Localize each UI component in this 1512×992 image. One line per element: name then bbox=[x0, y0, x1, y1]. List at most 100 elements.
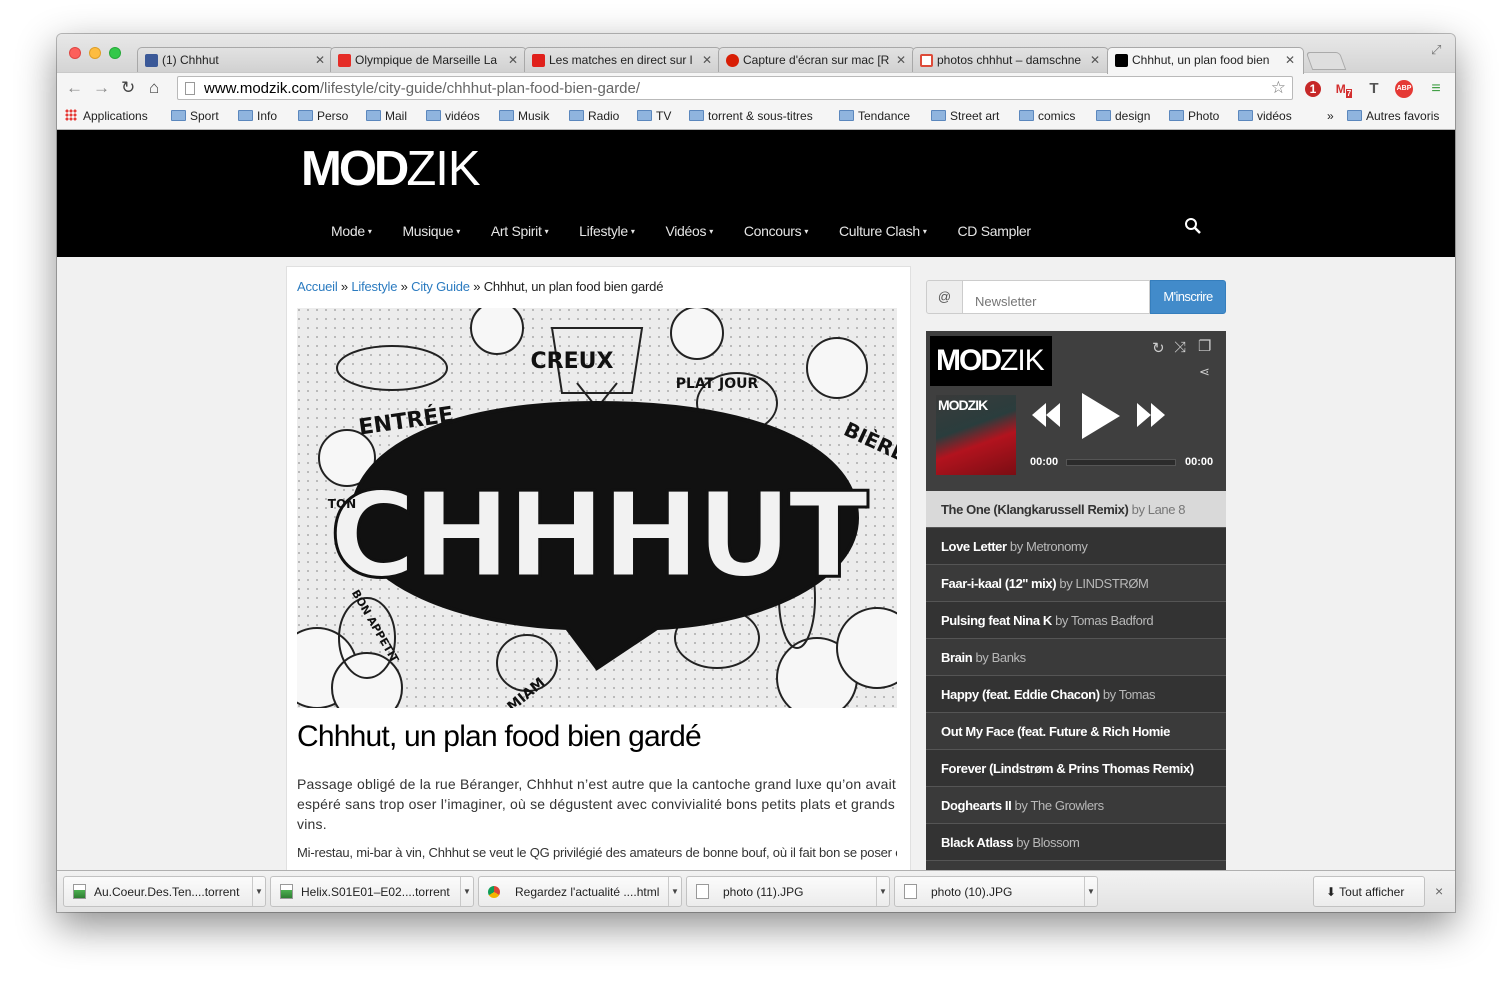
download-item[interactable]: Au.Coeur.Des.Ten....torrent ▼ bbox=[63, 876, 266, 907]
progress-bar[interactable] bbox=[1066, 459, 1176, 466]
bookmark-folder[interactable]: comics bbox=[1019, 109, 1075, 123]
bookmark-folder[interactable]: Perso bbox=[298, 109, 348, 123]
tab-label: photos chhhut – damschne bbox=[937, 53, 1082, 67]
nav-item-art-spirit[interactable]: Art Spirit ▾ bbox=[491, 223, 549, 239]
folder-icon bbox=[689, 110, 704, 121]
share-icon[interactable]: ⋖ bbox=[1199, 364, 1210, 380]
reload-icon[interactable]: ↻ bbox=[121, 79, 135, 97]
nav-item-mode[interactable]: Mode ▾ bbox=[331, 223, 372, 239]
tab-lequipe[interactable]: Les matches en direct sur l ✕ bbox=[524, 47, 721, 73]
forward-icon[interactable]: → bbox=[93, 79, 110, 97]
bookmark-folder[interactable]: torrent & sous-titres bbox=[689, 109, 813, 123]
back-icon[interactable]: ← bbox=[66, 79, 83, 97]
track-item[interactable]: Love Letter by Metronomy bbox=[926, 528, 1226, 565]
bookmark-folder[interactable]: Street art bbox=[931, 109, 999, 123]
close-downloads-icon[interactable]: × bbox=[1435, 883, 1443, 899]
home-icon[interactable]: ⌂ bbox=[149, 79, 159, 97]
nav-label: Musique bbox=[402, 223, 454, 239]
next-track-icon[interactable] bbox=[1135, 399, 1167, 436]
bookmark-folder[interactable]: Info bbox=[238, 109, 277, 123]
nav-item-lifestyle[interactable]: Lifestyle ▾ bbox=[579, 223, 635, 239]
nav-item-concours[interactable]: Concours ▾ bbox=[744, 223, 809, 239]
chevron-down-icon[interactable]: ▼ bbox=[668, 877, 681, 906]
bookmark-folder[interactable]: Musik bbox=[499, 109, 549, 123]
close-tab-icon[interactable]: ✕ bbox=[896, 53, 906, 67]
previous-track-icon[interactable] bbox=[1030, 399, 1062, 436]
show-all-downloads-button[interactable]: ⬇ Tout afficher bbox=[1313, 876, 1425, 907]
bookmark-folder[interactable]: vidéos bbox=[426, 109, 480, 123]
bookmark-folder[interactable]: Mail bbox=[366, 109, 407, 123]
download-item[interactable]: Helix.S01E01–E02....torrent ▼ bbox=[270, 876, 474, 907]
nav-item-culture-clash[interactable]: Culture Clash ▾ bbox=[839, 223, 927, 239]
t-extension-icon[interactable]: T bbox=[1365, 80, 1383, 98]
play-icon[interactable] bbox=[1078, 391, 1122, 446]
breadcrumb-home-link[interactable]: Accueil bbox=[297, 279, 338, 294]
article-card: Accueil » Lifestyle » City Guide » Chhhu… bbox=[286, 266, 911, 870]
chevron-down-icon[interactable]: ▼ bbox=[1084, 877, 1097, 906]
close-window-button[interactable] bbox=[69, 47, 81, 59]
nav-item-videos[interactable]: Vidéos ▾ bbox=[665, 223, 713, 239]
track-artist: by The Growlers bbox=[1014, 798, 1105, 813]
other-bookmarks[interactable]: Autres favoris bbox=[1347, 109, 1439, 123]
bookmark-folder[interactable]: Photo bbox=[1169, 109, 1219, 123]
minimize-window-button[interactable] bbox=[89, 47, 101, 59]
bookmark-folder[interactable]: TV bbox=[637, 109, 671, 123]
site-logo[interactable]: MODZIK bbox=[301, 144, 481, 194]
adblock-icon[interactable]: ABP bbox=[1395, 80, 1413, 98]
refresh-icon[interactable]: ↻ bbox=[1152, 339, 1165, 357]
chevron-down-icon[interactable]: ▼ bbox=[460, 877, 473, 906]
bookmark-folder[interactable]: Radio bbox=[569, 109, 619, 123]
chevron-down-icon[interactable]: ▼ bbox=[876, 877, 889, 906]
bookmark-folder[interactable]: Sport bbox=[171, 109, 219, 123]
popout-icon[interactable]: ❐ bbox=[1198, 337, 1211, 355]
close-tab-icon[interactable]: ✕ bbox=[1090, 53, 1100, 67]
breadcrumb-section-link[interactable]: Lifestyle bbox=[351, 279, 397, 294]
track-item[interactable]: Pulsing feat Nina K by Tomas Badford bbox=[926, 602, 1226, 639]
tab-gmail[interactable]: photos chhhut – damschne ✕ bbox=[912, 47, 1109, 73]
close-tab-icon[interactable]: ✕ bbox=[315, 53, 325, 67]
close-tab-icon[interactable]: ✕ bbox=[508, 53, 518, 67]
tab-youtube[interactable]: Olympique de Marseille La ✕ bbox=[330, 47, 527, 73]
close-tab-icon[interactable]: ✕ bbox=[702, 53, 712, 67]
track-item[interactable]: Brain by Banks bbox=[926, 639, 1226, 676]
subscribe-button[interactable]: M'inscrire bbox=[1150, 280, 1226, 314]
tab-modzik[interactable]: Chhhut, un plan food bien ✕ bbox=[1107, 47, 1304, 74]
track-item[interactable]: The One (Klangkarussell Remix) by Lane 8 bbox=[926, 491, 1226, 528]
new-tab-button[interactable] bbox=[1305, 52, 1347, 70]
folder-icon bbox=[1019, 110, 1034, 121]
zoom-window-button[interactable] bbox=[109, 47, 121, 59]
track-item[interactable]: Doghearts II by The Growlers bbox=[926, 787, 1226, 824]
download-item[interactable]: photo (11).JPG ▼ bbox=[686, 876, 890, 907]
address-bar[interactable]: www.modzik.com/lifestyle/city-guide/chhh… bbox=[177, 76, 1293, 100]
track-item[interactable]: Out My Face (feat. Future & Rich Homie bbox=[926, 713, 1226, 750]
track-item[interactable]: Faar-i-kaal (12'' mix) by LINDSTRØM bbox=[926, 565, 1226, 602]
nav-item-cd-sampler[interactable]: CD Sampler bbox=[958, 223, 1032, 239]
tab-facebook[interactable]: (1) Chhhut ✕ bbox=[137, 47, 334, 73]
bookmark-folder[interactable]: vidéos bbox=[1238, 109, 1292, 123]
track-item[interactable]: Forever (Lindstrøm & Prins Thomas Remix) bbox=[926, 750, 1226, 787]
shuffle-icon[interactable]: ⤨ bbox=[1174, 339, 1186, 356]
newsletter-input[interactable] bbox=[962, 280, 1150, 314]
gmail-extension-icon[interactable]: M7 bbox=[1335, 80, 1353, 99]
bookmark-star-icon[interactable]: ☆ bbox=[1271, 78, 1286, 98]
track-item[interactable]: Happy (feat. Eddie Chacon) by Tomas bbox=[926, 676, 1226, 713]
nav-item-musique[interactable]: Musique ▾ bbox=[402, 223, 460, 239]
chevron-down-icon[interactable]: ▼ bbox=[252, 877, 265, 906]
download-filename: Au.Coeur.Des.Ten....torrent bbox=[94, 885, 240, 899]
bookmark-folder[interactable]: Tendance bbox=[839, 109, 910, 123]
tab-capture[interactable]: Capture d'écran sur mac [R ✕ bbox=[718, 47, 915, 73]
bookmark-folder[interactable]: design bbox=[1096, 109, 1150, 123]
breadcrumb-subsection-link[interactable]: City Guide bbox=[411, 279, 470, 294]
search-icon[interactable] bbox=[1184, 217, 1202, 240]
bookmark-applications[interactable]: Applications bbox=[65, 109, 148, 123]
track-item[interactable]: Black Atlass by Blossom bbox=[926, 824, 1226, 861]
bookmarks-overflow-button[interactable]: » bbox=[1327, 109, 1334, 123]
fullscreen-icon[interactable]: ⤢ bbox=[1431, 43, 1445, 57]
opera-extension-icon[interactable]: 1 bbox=[1305, 81, 1321, 97]
track-title: Brain bbox=[941, 650, 973, 665]
folder-icon bbox=[238, 110, 253, 121]
close-tab-icon[interactable]: ✕ bbox=[1285, 53, 1295, 67]
menu-icon[interactable]: ≡ bbox=[1427, 80, 1445, 98]
download-item[interactable]: Regardez l'actualité ....html ▼ bbox=[478, 876, 682, 907]
download-item[interactable]: photo (10).JPG ▼ bbox=[894, 876, 1098, 907]
